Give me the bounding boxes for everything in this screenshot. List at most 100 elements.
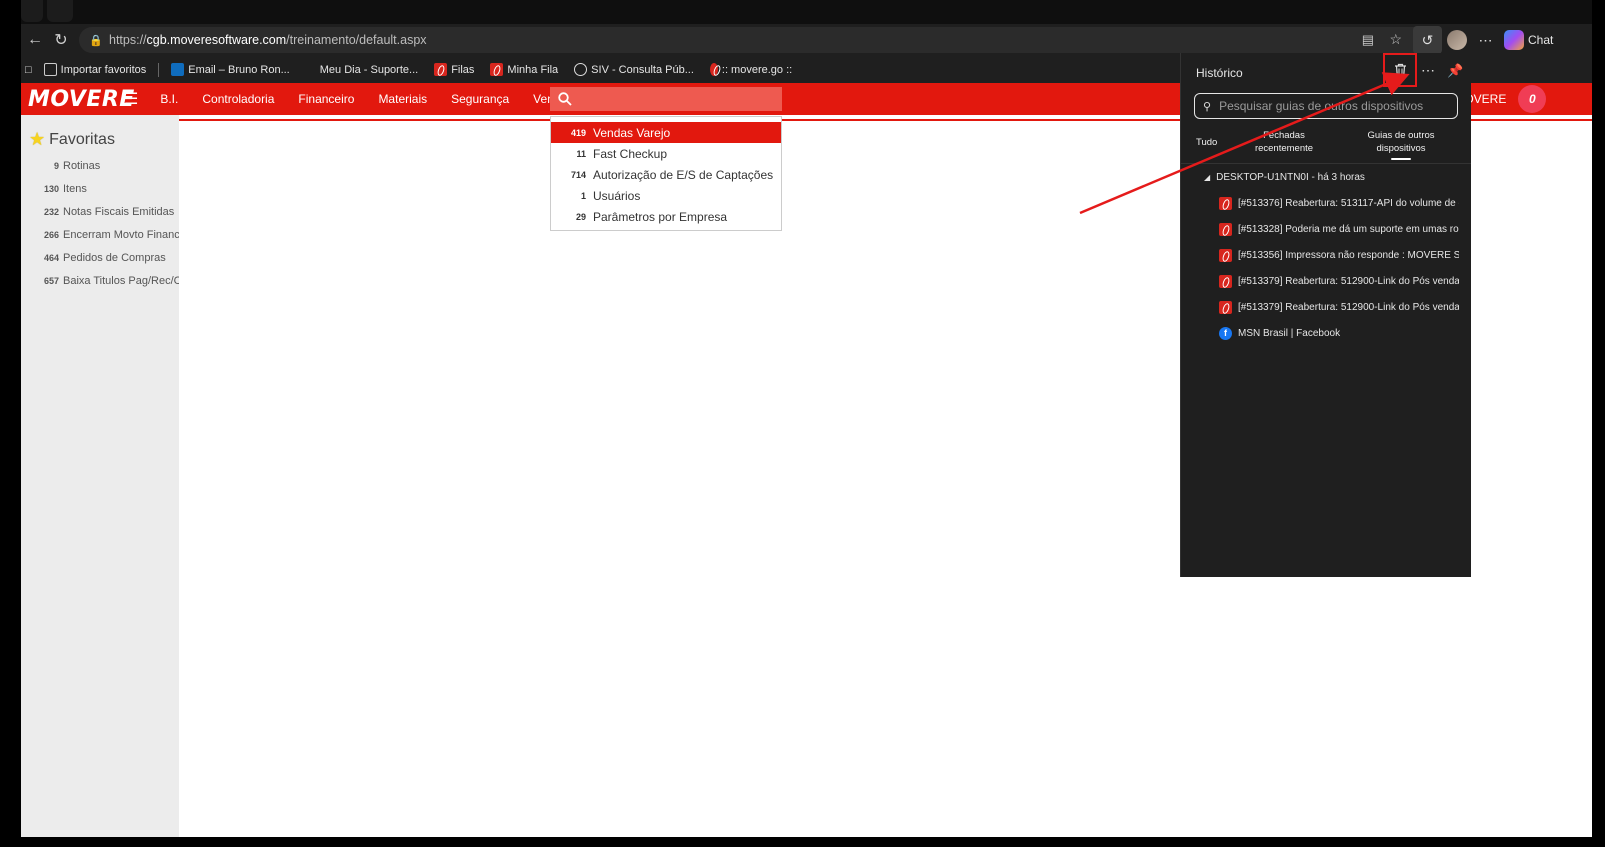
menu-seguranca[interactable]: Segurança [451,92,509,106]
search-result-item[interactable]: 11 Fast Checkup [551,143,781,164]
menu-controladoria[interactable]: Controladoria [202,92,274,106]
active-tab-indicator [1391,158,1411,160]
favorite-label: Notas Fiscais Emitidas [63,206,175,218]
search-result-item[interactable]: 29 Parâmetros por Empresa [551,206,781,227]
favorite-label: Rotinas [63,160,101,172]
favorite-item[interactable]: 266 Encerram Movto Finance [21,229,179,241]
profile-button[interactable] [1442,26,1471,54]
bookmark-movere-go[interactable]: :: movere.go :: [702,59,800,81]
bookmark-siv[interactable]: SIV - Consulta Púb... [566,59,702,81]
history-entry[interactable]: [#513376] Reabertura: 513117-API do volu… [1219,193,1459,213]
favorite-count: 130 [43,184,59,194]
device-group-header[interactable]: ◢ DESKTOP-U1NTN0I - há 3 horas [1204,172,1365,183]
tab-strip [21,0,1592,24]
app-user-area[interactable]: IOVERE 0 [1461,83,1547,115]
favorite-count: 232 [43,207,59,217]
delete-history-button[interactable] [1383,53,1417,87]
bookmark-label: Filas [451,63,475,76]
favorite-item[interactable]: 130 Itens [21,183,179,195]
history-entry[interactable]: [#513379] Reabertura: 512900-Link do Pós… [1219,297,1459,317]
url-host: cgb.moveresoftware.com [146,33,287,47]
bookmark-label: Importar favoritos [60,63,147,76]
refresh-icon[interactable]: ↻ [47,26,75,54]
bookmark-minha-fila[interactable]: Minha Fila [482,59,566,81]
tab-other-devices[interactable]: Guias de outros dispositivos [1361,129,1441,155]
history-panel: Histórico ⋯ 📌 ⚲ Pesquisar guias de outro… [1180,53,1471,577]
pin-icon[interactable]: 📌 [1447,63,1463,79]
favorite-star-icon[interactable]: ☆ [1389,31,1402,48]
favorite-item[interactable]: 232 Notas Fiscais Emitidas [21,206,179,218]
movere-icon [1219,300,1232,314]
entry-label: [#513376] Reabertura: 513117-API do volu… [1238,197,1459,209]
tab[interactable] [21,0,43,22]
history-entry[interactable]: [#513356] Impressora não responde : MOVE… [1219,245,1459,265]
device-label: DESKTOP-U1NTN0I - há 3 horas [1216,172,1365,183]
url-field[interactable]: 🔒 https://cgb.moveresoftware.com/treinam… [79,27,1434,53]
reader-mode-icon[interactable]: ▤ [1362,32,1374,48]
history-search-input[interactable]: ⚲ Pesquisar guias de outros dispositivos [1194,93,1458,119]
url-path: /treinamento/default.aspx [286,33,427,47]
hamburger-menu-icon[interactable]: ☰ [124,89,138,109]
bookmark-filas[interactable]: Filas [426,59,482,81]
search-results-dropdown: 419 Vendas Varejo 11 Fast Checkup 714 Autor… [550,116,782,231]
result-label: Parâmetros por Empresa [593,209,728,224]
history-entry[interactable]: [#513379] Reabertura: 512900-Link do Pós… [1219,271,1459,291]
result-count: 29 [575,211,586,222]
favorite-item[interactable]: 657 Baixa Titulos Pag/Rec/Ch [21,275,179,287]
search-result-item[interactable]: 419 Vendas Varejo [551,122,781,143]
movere-logo[interactable]: MOVERE [28,87,134,112]
favorite-label: Itens [63,183,87,195]
menu-financeiro[interactable]: Financeiro [298,92,354,106]
bookmark-email[interactable]: Email – Bruno Ron... [163,59,298,81]
more-menu-icon[interactable]: ⋯ [1471,26,1500,54]
favorite-count: 657 [43,276,59,286]
history-icon[interactable]: ↺ [1413,26,1442,54]
favorite-item[interactable]: 464 Pedidos de Compras [21,252,179,264]
movere-icon [1219,274,1232,288]
history-entry[interactable]: [#513328] Poderia me dá um suporte em um… [1219,219,1459,239]
back-icon[interactable]: ← [21,26,49,54]
movere-icon [1219,196,1232,210]
result-count: 419 [570,127,586,138]
outlook-icon [171,63,185,76]
divider [158,62,160,77]
tab-all[interactable]: Tudo [1196,136,1217,149]
browser-window: ← ↻ 🔒 https://cgb.moveresoftware.com/tre… [21,0,1592,837]
bookmark-meu-dia[interactable]: Meu Dia - Suporte... [312,59,426,81]
result-label: Autorização de E/S de Captações [593,167,774,182]
movere-icon [1219,222,1232,236]
movere-icon [709,63,718,76]
entry-label: [#513328] Poderia me dá um suporte em um… [1238,223,1459,235]
more-options-icon[interactable]: ⋯ [1421,62,1435,79]
bookmark-import[interactable]: Importar favoritos [36,59,155,81]
lock-icon: 🔒 [89,34,103,47]
menu-materiais[interactable]: Materiais [378,92,427,106]
search-result-item[interactable]: 714 Autorização de E/S de Captações [551,164,781,185]
favorite-count: 464 [43,253,59,263]
favorite-item[interactable]: 9 Rotinas [21,160,179,172]
bookmark-label: SIV - Consulta Púb... [591,63,694,76]
bookmark-label: :: movere.go :: [721,63,793,76]
favorite-label: Baixa Titulos Pag/Rec/Ch [63,275,179,287]
favorites-title: ★ Favoritas [29,129,115,150]
movere-icon [434,63,448,76]
address-bar: ← ↻ 🔒 https://cgb.moveresoftware.com/tre… [21,24,1592,56]
favorite-label: Encerram Movto Finance [63,229,179,241]
tab-recently-closed[interactable]: Fechadas recentemente [1249,129,1319,155]
facebook-icon: f [1219,326,1232,340]
favorite-count: 9 [53,161,59,171]
copilot-button[interactable]: Chat [1500,26,1557,54]
movere-badge-icon[interactable]: 0 [1518,85,1547,113]
menu-bi[interactable]: B.I. [160,92,178,106]
result-count: 1 [580,190,586,201]
tab-label: dispositivos [1376,143,1426,154]
app-search-input[interactable] [550,87,782,111]
search-icon [558,92,572,106]
search-result-item[interactable]: 1 Usuários [551,185,781,206]
history-entry[interactable]: f MSN Brasil | Facebook [1219,323,1459,343]
bookmark-label: Email – Bruno Ron... [188,63,290,76]
tab[interactable] [47,0,73,22]
chat-label: Chat [1528,33,1554,47]
favorites-title-label: Favoritas [49,130,115,148]
bookmarks-menu-icon[interactable]: □ [21,59,36,81]
